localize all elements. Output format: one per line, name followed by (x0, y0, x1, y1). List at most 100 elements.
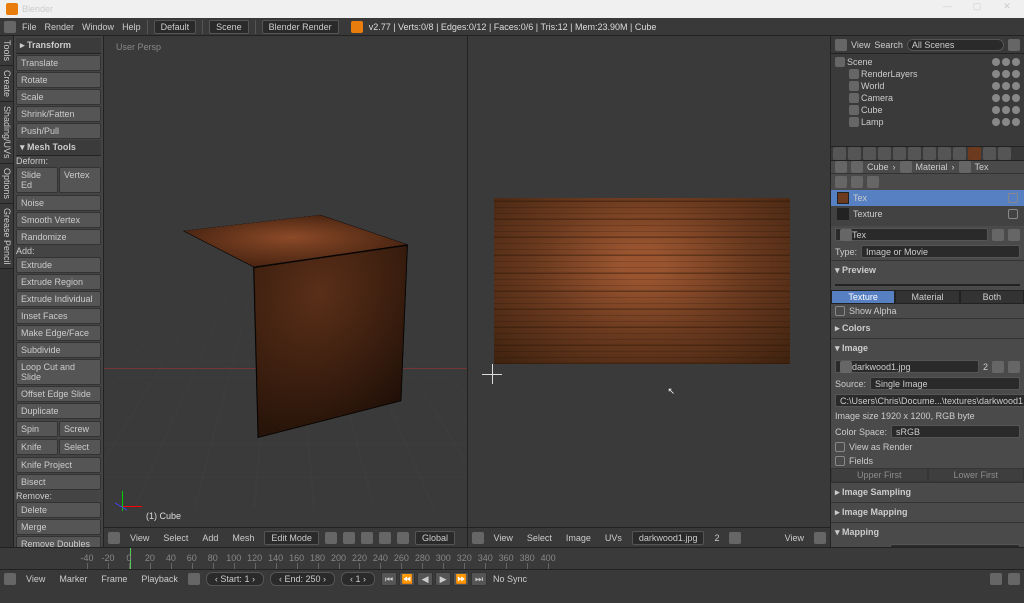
cube-object[interactable] (212, 236, 412, 436)
slot-enable-checkbox-2[interactable] (1008, 209, 1018, 219)
select-mode-edge-icon[interactable] (379, 532, 391, 544)
uv-pivot-icon[interactable] (814, 532, 826, 544)
uv-editor-type-icon[interactable] (472, 532, 484, 544)
preview-both-button[interactable]: Both (960, 290, 1024, 304)
tab-scene-icon[interactable] (863, 147, 876, 160)
tab-physics-icon[interactable] (998, 147, 1011, 160)
image-name-field[interactable]: darkwood1.jpg (835, 360, 979, 373)
outliner-item-renderlayers[interactable]: RenderLayers (835, 68, 1020, 80)
texture-name-field[interactable]: Tex (835, 228, 988, 241)
play-button[interactable]: ▶ (435, 572, 451, 586)
tab-modifiers-icon[interactable] (923, 147, 936, 160)
menu-window[interactable]: Window (82, 22, 114, 32)
subdivide-button[interactable]: Subdivide (16, 342, 101, 358)
scene-dropdown[interactable]: Scene (209, 20, 249, 34)
slide-vertex-button[interactable]: Vertex (59, 167, 101, 193)
menu-file[interactable]: File (22, 22, 37, 32)
spin-button[interactable]: Spin (16, 421, 58, 437)
uv-image-viewport[interactable]: ↖ View Select Image UVs darkwood1.jpg 2 … (467, 36, 831, 547)
image-mapping-header[interactable]: ▸ Image Mapping (835, 505, 1020, 520)
outliner-editor-icon[interactable] (835, 39, 847, 51)
unlink-texture-icon[interactable] (1008, 229, 1020, 241)
texture-context-material-icon[interactable] (851, 176, 863, 188)
make-edge-face-button[interactable]: Make Edge/Face (16, 325, 101, 341)
extrude-button[interactable]: Extrude (16, 257, 101, 273)
start-frame-field[interactable]: ‹ Start: 1 › (206, 572, 264, 586)
tab-texture-icon[interactable] (968, 147, 981, 160)
tab-grease[interactable]: Grease Pencil (0, 204, 13, 270)
vp3d-menu-mesh[interactable]: Mesh (228, 532, 258, 544)
randomize-button[interactable]: Randomize (16, 229, 101, 245)
uv-menu-select[interactable]: Select (523, 532, 556, 544)
tab-options[interactable]: Options (0, 164, 13, 204)
range-icon[interactable] (188, 573, 200, 585)
outliner-item-scene[interactable]: Scene (835, 56, 1020, 68)
close-button[interactable]: ✕ (996, 1, 1018, 17)
uv-menu-view[interactable]: View (490, 532, 517, 544)
render-engine-dropdown[interactable]: Blender Render (262, 20, 339, 34)
tab-create[interactable]: Create (0, 66, 13, 102)
noise-button[interactable]: Noise (16, 195, 101, 211)
outliner-item-camera[interactable]: Camera (835, 92, 1020, 104)
end-frame-field[interactable]: ‹ End: 250 › (270, 572, 335, 586)
sync-mode-dropdown[interactable]: No Sync (493, 574, 527, 584)
fake-user-icon[interactable] (992, 361, 1004, 373)
tl-menu-frame[interactable]: Frame (97, 573, 131, 585)
add-texture-icon[interactable] (992, 229, 1004, 241)
uv-menu-uvs[interactable]: UVs (601, 532, 626, 544)
image-sampling-header[interactable]: ▸ Image Sampling (835, 485, 1020, 500)
view-as-render-checkbox[interactable] (835, 442, 845, 452)
mode-dropdown[interactable]: Edit Mode (264, 531, 319, 545)
menu-help[interactable]: Help (122, 22, 141, 32)
editor-type-icon[interactable] (108, 532, 120, 544)
duplicate-button[interactable]: Duplicate (16, 403, 101, 419)
lower-first-button[interactable]: Lower First (928, 468, 1024, 482)
tab-render-layers-icon[interactable] (848, 147, 861, 160)
scale-button[interactable]: Scale (16, 89, 101, 105)
maximize-button[interactable]: ▢ (966, 1, 988, 17)
extrude-individual-button[interactable]: Extrude Individual (16, 291, 101, 307)
preview-header[interactable]: ▾ Preview (835, 263, 1020, 278)
keyframe-prev-button[interactable]: ⏪ (399, 572, 415, 586)
unlink-image-icon[interactable] (1008, 361, 1020, 373)
texture-slots[interactable]: Tex Texture (831, 190, 1024, 226)
image-dropdown[interactable]: darkwood1.jpg (632, 531, 705, 545)
knife-button[interactable]: Knife (16, 439, 58, 455)
colorspace-dropdown[interactable]: sRGB (891, 425, 1020, 438)
texture-slot-texture[interactable]: Texture (831, 206, 1024, 222)
pin-datablock-icon[interactable] (835, 161, 847, 173)
tab-object-icon[interactable] (893, 147, 906, 160)
slide-edge-button[interactable]: Slide Ed (16, 167, 58, 193)
screen-layout-dropdown[interactable]: Default (154, 20, 197, 34)
current-frame-field[interactable]: ‹ 1 › (341, 572, 375, 586)
uv-menu-view2[interactable]: View (781, 532, 808, 544)
offset-edge-slide-button[interactable]: Offset Edge Slide (16, 386, 101, 402)
texture-context-other-icon[interactable] (867, 176, 879, 188)
keyframe-next-button[interactable]: ⏩ (453, 572, 469, 586)
tab-particles-icon[interactable] (983, 147, 996, 160)
rotate-button[interactable]: Rotate (16, 72, 101, 88)
preview-material-button[interactable]: Material (895, 290, 959, 304)
slot-enable-checkbox[interactable] (1008, 193, 1018, 203)
show-alpha-checkbox[interactable] (835, 306, 845, 316)
inset-faces-button[interactable]: Inset Faces (16, 308, 101, 324)
tl-menu-marker[interactable]: Marker (55, 573, 91, 585)
source-dropdown[interactable]: Single Image (870, 377, 1020, 390)
colors-header[interactable]: ▸ Colors (835, 321, 1020, 336)
delete-button[interactable]: Delete (16, 502, 101, 518)
orientation-dropdown[interactable]: Global (415, 531, 455, 545)
use-fields-checkbox[interactable] (835, 456, 845, 466)
texture-type-dropdown[interactable]: Image or Movie (861, 245, 1020, 258)
smooth-vertex-button[interactable]: Smooth Vertex (16, 212, 101, 228)
outliner-search-icon[interactable] (1008, 39, 1020, 51)
image-header[interactable]: ▾ Image (835, 341, 1020, 356)
tl-menu-view[interactable]: View (22, 573, 49, 585)
select-mode-vertex-icon[interactable] (361, 532, 373, 544)
tab-constraints-icon[interactable] (908, 147, 921, 160)
keying-set-icon[interactable] (1008, 573, 1020, 585)
viewport-shading-icon[interactable] (325, 532, 337, 544)
texture-context-world-icon[interactable] (835, 176, 847, 188)
tab-material-icon[interactable] (953, 147, 966, 160)
remove-doubles-button[interactable]: Remove Doubles (16, 536, 101, 547)
transform-header[interactable]: ▸ Transform (16, 38, 101, 54)
